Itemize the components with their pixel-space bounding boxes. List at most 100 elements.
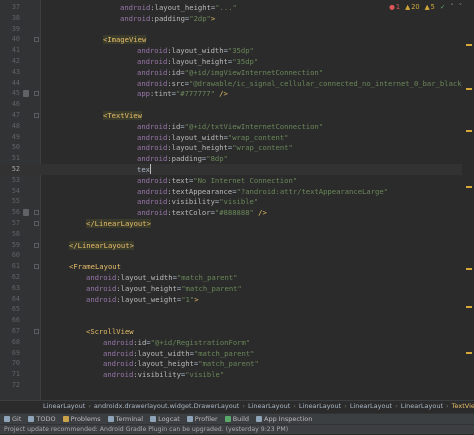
fold-toggle-icon[interactable] (34, 264, 39, 270)
code-text[interactable]: <ImageView (103, 34, 147, 45)
code-editor[interactable]: 37 android:layout_height="..." 38 android:p… (0, 0, 474, 400)
code-text[interactable]: android:layout_width="35dp" (137, 45, 254, 56)
breadcrumb-item[interactable]: androidx.drawerlayout.widget.DrawerLayou… (94, 402, 239, 410)
color-swatch-icon[interactable] (23, 209, 29, 217)
code-text[interactable]: </LinearLayout> (69, 240, 134, 251)
breadcrumb-item[interactable]: LinearLayout (248, 402, 290, 410)
code-text[interactable]: android:layout_width="wrap_content" (137, 132, 288, 143)
code-line[interactable]: 69 android:layout_width="match_parent" (0, 348, 474, 359)
code-text[interactable]: app:tint="#777777" /> (137, 88, 228, 99)
code-text[interactable]: android:visibility="visible" (103, 369, 224, 380)
warning-marker[interactable] (466, 186, 472, 188)
code-text[interactable]: android:layout_weight="1"> (86, 294, 199, 305)
code-line[interactable]: 52 tex (0, 164, 474, 175)
status-message[interactable]: Project update recommended: Android Grad… (4, 426, 288, 433)
warning-marker[interactable] (466, 130, 472, 132)
fold-toggle-icon[interactable] (34, 113, 39, 118)
code-line[interactable]: 51 android:padding="8dp" (0, 153, 474, 164)
code-line[interactable]: 72 (0, 380, 474, 391)
breadcrumb-item[interactable]: LinearLayout (43, 402, 85, 410)
code-text[interactable]: android:text="No Internet Connection" (137, 175, 297, 186)
weak-warning-count[interactable]: ▲ 5 (425, 3, 435, 11)
warning-marker[interactable] (466, 352, 472, 354)
tool-button-build[interactable]: Build (224, 414, 249, 424)
chevron-down-icon[interactable]: ˅ (459, 3, 462, 11)
code-text[interactable]: android:padding="2dp"> (120, 13, 215, 24)
code-text[interactable]: android:layout_height="match_parent" (103, 358, 259, 369)
code-text[interactable]: android:id="@+id/imgViewInternetConnecti… (137, 67, 323, 78)
fold-toggle-icon[interactable] (34, 210, 39, 216)
code-line[interactable]: 56 android:textColor="#888888" /> (0, 207, 474, 218)
fold-toggle-icon[interactable] (34, 37, 39, 43)
code-text[interactable]: android:visibility="visible" (137, 196, 258, 207)
breadcrumb-item[interactable]: TextView (452, 402, 474, 410)
code-line[interactable]: 53 android:text="No Internet Connection" (0, 175, 474, 186)
code-line[interactable]: 45 app:tint="#777777" /> (0, 88, 474, 99)
code-text[interactable]: android:id="@+id/RegistrationForm" (103, 337, 250, 348)
code-text[interactable]: android:layout_height="..." (120, 2, 237, 13)
chevron-up-icon[interactable]: ˄ (450, 3, 453, 11)
code-line[interactable]: 68 android:id="@+id/RegistrationForm" (0, 337, 474, 348)
code-line[interactable]: 61 <FrameLayout (0, 261, 474, 272)
code-text[interactable]: android:layout_height="match_parent" (86, 283, 242, 294)
code-text[interactable]: android:layout_height="wrap_content" (137, 142, 293, 153)
fold-toggle-icon[interactable] (34, 221, 39, 226)
code-line[interactable]: 47 <TextView (0, 110, 474, 121)
code-line[interactable]: 41 android:layout_width="35dp" (0, 45, 474, 56)
code-line[interactable]: 59 </LinearLayout> (0, 240, 474, 251)
warning-marker[interactable] (466, 268, 472, 270)
warning-marker[interactable] (466, 88, 472, 90)
code-line[interactable]: 50 android:layout_height="wrap_content" (0, 142, 474, 153)
code-text[interactable]: <TextView (103, 110, 142, 121)
tool-button-todo[interactable]: TODO (28, 414, 56, 424)
tool-button-git[interactable]: Git (4, 414, 21, 424)
code-line[interactable]: 55 android:visibility="visible" (0, 196, 474, 207)
fold-toggle-icon[interactable] (34, 329, 39, 334)
code-text[interactable]: </LinearLayout> (86, 218, 151, 229)
code-line[interactable]: 57 </LinearLayout> (0, 218, 474, 229)
color-swatch-icon[interactable] (23, 90, 29, 98)
error-count[interactable]: ● 1 (389, 3, 400, 11)
tool-button-app-inspection[interactable]: App Inspection (256, 414, 312, 424)
tool-button-profiler[interactable]: Profiler (186, 414, 218, 424)
code-line[interactable]: 60 (0, 250, 474, 261)
code-text[interactable]: android:layout_width="match_parent" (103, 348, 254, 359)
tool-button-terminal[interactable]: Terminal (107, 414, 143, 424)
code-text[interactable]: android:layout_width="match_parent" (86, 272, 237, 283)
breadcrumb-item[interactable]: LinearLayout (401, 402, 443, 410)
code-text[interactable]: android:src="@drawable/ic_signal_cellula… (137, 78, 474, 89)
code-text[interactable]: android:textAppearance="?android:attr/te… (137, 186, 388, 197)
code-line[interactable]: 44 android:src="@drawable/ic_signal_cellu… (0, 78, 474, 89)
code-text[interactable]: <FrameLayout (69, 261, 121, 272)
code-line[interactable]: 54 android:textAppearance="?android:attr/… (0, 186, 474, 197)
code-text[interactable]: android:layout_height="35dp" (137, 56, 258, 67)
fold-toggle-icon[interactable] (34, 91, 39, 97)
code-line[interactable]: 64 android:layout_weight="1"> (0, 294, 474, 305)
code-line[interactable]: 58 (0, 229, 474, 240)
breadcrumb-item[interactable]: LinearLayout (299, 402, 341, 410)
code-text[interactable]: android:textColor="#888888" /> (137, 207, 267, 218)
code-line[interactable]: 67 <ScrollView (0, 326, 474, 337)
error-stripe[interactable] (462, 0, 474, 400)
code-text[interactable]: <ScrollView (86, 326, 134, 337)
code-line[interactable]: 71 android:visibility="visible" (0, 369, 474, 380)
code-text[interactable]: android:padding="8dp" (137, 153, 228, 164)
warning-marker[interactable] (466, 306, 472, 308)
code-line[interactable]: 43 android:id="@+id/imgViewInternetConnec… (0, 67, 474, 78)
tool-button-problems[interactable]: Problems (62, 414, 101, 424)
code-line[interactable]: 39 (0, 24, 474, 35)
warning-count[interactable]: ▲ 20 (405, 3, 419, 11)
code-line[interactable]: 65 (0, 304, 474, 315)
code-line[interactable]: 48 android:id="@+id/txtViewInternetConnec… (0, 121, 474, 132)
fold-toggle-icon[interactable] (34, 242, 39, 248)
code-text[interactable]: android:id="@+id/txtViewInternetConnecti… (137, 121, 323, 132)
code-line[interactable]: 66 (0, 315, 474, 326)
code-line[interactable]: 49 android:layout_width="wrap_content" (0, 132, 474, 143)
code-line[interactable]: 62 android:layout_width="match_parent" (0, 272, 474, 283)
code-line[interactable]: 46 (0, 99, 474, 110)
code-line[interactable]: 63 android:layout_height="match_parent" (0, 283, 474, 294)
code-line[interactable]: 38 android:padding="2dp"> (0, 13, 474, 24)
code-line[interactable]: 42 android:layout_height="35dp" (0, 56, 474, 67)
breadcrumb-item[interactable]: LinearLayout (350, 402, 392, 410)
code-text[interactable]: tex (137, 164, 150, 175)
